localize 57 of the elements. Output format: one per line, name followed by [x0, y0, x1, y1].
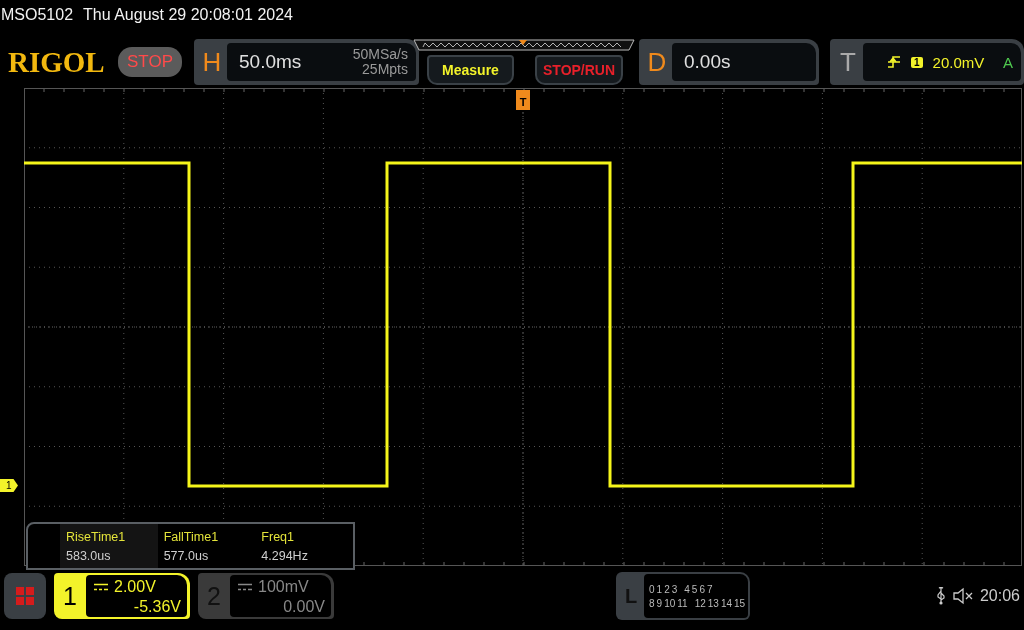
delay-panel[interactable]: D 0.00s — [639, 39, 819, 85]
channel-offset: 0.00V — [283, 597, 325, 617]
logic-channel-number: 1 — [656, 583, 663, 595]
logic-channel-number: 6 — [699, 583, 705, 595]
rigol-logo: RIGOL — [8, 45, 106, 79]
logic-channel-number: 10 — [664, 597, 676, 609]
logic-channel-number: 14 — [720, 597, 732, 609]
logic-channel-number: 4 — [684, 583, 690, 595]
measurement-value: 577.0us — [163, 549, 210, 563]
logic-channel-number: 9 — [656, 597, 663, 609]
channel-number: 1 — [62, 580, 78, 612]
stop-run-button[interactable]: STOP/RUN — [535, 55, 623, 85]
logic-channel-number: 7 — [706, 583, 713, 595]
trigger-position-marker[interactable]: T — [516, 90, 530, 110]
horizontal-panel[interactable]: H 50.0ms 50MSa/s 25Mpts — [194, 39, 419, 85]
horizontal-label: H — [201, 46, 223, 78]
measurement-name: RiseTime1 — [66, 530, 127, 544]
clock-time: 20:06 — [979, 587, 1020, 605]
measurement-name: FallTime1 — [163, 530, 220, 544]
trigger-panel[interactable]: T 1 20.0mV A — [830, 39, 1024, 85]
trigger-mode: A — [1003, 53, 1013, 71]
date-time: Thu August 29 20:08:01 2024 — [83, 6, 293, 24]
main-menu-button[interactable] — [4, 573, 46, 619]
dc-coupling-icon — [238, 583, 252, 591]
logic-channel-number: 11 — [677, 597, 688, 609]
trigger-source: 1 — [911, 56, 923, 68]
logic-channel-number: 3 — [671, 583, 678, 595]
measurement-value: 4.294Hz — [261, 549, 309, 563]
measurement-name: Freq1 — [261, 530, 295, 544]
logic-channel-number: 2 — [664, 583, 670, 595]
logic-channel-number: 5 — [691, 583, 698, 595]
channel-panel[interactable]: 1 2.00V -5.36V — [54, 573, 190, 619]
run-state: STOP — [118, 47, 182, 77]
model-name: MSO5102 — [1, 6, 74, 24]
logic-channel-number: 0 — [649, 583, 655, 595]
sample-rate: 50MSa/s — [352, 47, 408, 62]
measure-button[interactable]: Measure — [427, 55, 514, 85]
channel-offset-marker[interactable]: 1 — [0, 479, 18, 492]
delay-label: D — [646, 46, 668, 78]
logic-channel-number: 13 — [707, 597, 719, 609]
trigger-level: 20.0mV — [932, 53, 985, 71]
grid-icon — [15, 586, 35, 606]
logic-channel-number: 12 — [694, 597, 706, 609]
usb-icon — [935, 587, 946, 605]
channel-scale: 2.00V — [114, 577, 156, 597]
channel-scale: 100mV — [258, 577, 309, 597]
logic-channel-number: 8 — [649, 597, 655, 609]
delay-value: 0.00s — [684, 51, 731, 73]
dc-coupling-icon — [94, 583, 108, 591]
measurement-value: 583.0us — [66, 549, 112, 563]
channel-offset: -5.36V — [133, 597, 181, 617]
trigger-label: T — [839, 46, 857, 78]
logic-channel-number: 15 — [734, 597, 746, 609]
speaker-muted-icon — [951, 587, 974, 605]
timebase-value: 50.0ms — [239, 51, 302, 73]
memory-depth: 25Mpts — [362, 62, 408, 77]
rising-edge-icon — [887, 55, 901, 69]
